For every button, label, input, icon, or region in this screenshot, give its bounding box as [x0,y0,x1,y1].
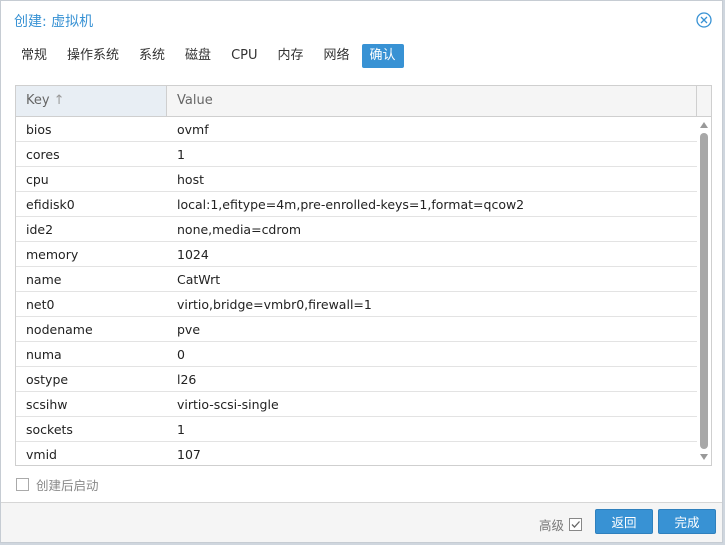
row-value: virtio-scsi-single [177,397,279,412]
grid-header: Key ↑ Value [16,86,711,117]
row-value: none,media=cdrom [177,222,302,237]
row-key: ide2 [26,222,54,237]
scroll-down-icon[interactable] [700,454,708,460]
scroll-up-icon[interactable] [700,122,708,128]
finish-button[interactable]: 完成 [658,509,716,534]
row-key: cpu [26,172,49,187]
row-key: sockets [26,422,73,437]
sort-ascending-icon: ↑ [53,93,65,108]
column-header-value-label: Value [177,93,213,108]
row-key: name [26,272,62,287]
table-row[interactable]: scsihw virtio-scsi-single [16,392,697,417]
row-key: bios [26,122,52,137]
column-header-key-label: Key [26,93,50,108]
tab-disks[interactable]: 磁盘 [177,44,219,68]
table-row[interactable]: numa 0 [16,342,697,367]
row-value: 107 [177,447,201,462]
row-key: cores [26,147,60,162]
row-key: nodename [26,322,93,337]
table-row[interactable]: bios ovmf [16,117,697,142]
row-value: pve [177,322,201,337]
row-value: 1024 [177,247,209,262]
confirm-grid: Key ↑ Value bios ovmf cores 1 cpu host efidi… [15,85,712,466]
table-row[interactable]: cpu host [16,167,697,192]
table-row[interactable]: vmid 107 [16,442,697,465]
table-row[interactable]: ide2 none,media=cdrom [16,217,697,242]
row-value: 1 [177,147,185,162]
row-value: ovmf [177,122,209,137]
row-key: efidisk0 [26,197,75,212]
tab-general[interactable]: 常规 [13,44,55,68]
tab-cpu[interactable]: CPU [223,44,265,68]
row-key: net0 [26,297,55,312]
title-bar: 创建: 虚拟机 [1,1,722,39]
back-button[interactable]: 返回 [595,509,653,534]
row-value: local:1,efitype=4m,pre-enrolled-keys=1,f… [177,197,525,212]
row-value: virtio,bridge=vmbr0,firewall=1 [177,297,372,312]
table-row[interactable]: cores 1 [16,142,697,167]
row-value: host [177,172,204,187]
table-row[interactable]: memory 1024 [16,242,697,267]
table-row[interactable]: nodename pve [16,317,697,342]
wizard-tabs: 常规 操作系统 系统 磁盘 CPU 内存 网络 确认 [13,44,404,68]
start-after-create-checkbox[interactable] [16,478,29,491]
dialog-title: 创建: 虚拟机 [14,14,94,30]
table-row[interactable]: ostype l26 [16,367,697,392]
start-after-create-label: 创建后启动 [36,478,99,493]
tab-network[interactable]: 网络 [316,44,358,68]
advanced-checkbox[interactable] [569,518,582,531]
table-row[interactable]: net0 virtio,bridge=vmbr0,firewall=1 [16,292,697,317]
column-header-value[interactable]: Value [167,86,697,116]
row-key: vmid [26,447,57,462]
table-row[interactable]: efidisk0 local:1,efitype=4m,pre-enrolled-… [16,192,697,217]
row-value: CatWrt [177,272,221,287]
scroll-thumb[interactable] [700,133,708,449]
checkmark-icon [571,521,580,528]
start-after-create-option[interactable]: 创建后启动 [16,475,99,494]
tab-confirm[interactable]: 确认 [361,44,404,68]
table-row[interactable]: name CatWrt [16,267,697,292]
tab-os[interactable]: 操作系统 [59,44,127,68]
close-icon[interactable] [696,12,712,28]
vertical-scrollbar[interactable] [697,117,711,465]
row-key: scsihw [26,397,68,412]
dialog-footer: 高级 返回 完成 [1,502,722,542]
row-value: 0 [177,347,185,362]
row-key: numa [26,347,62,362]
column-header-key[interactable]: Key ↑ [16,86,167,116]
row-value: l26 [177,372,197,387]
grid-rows: bios ovmf cores 1 cpu host efidisk0 local:1,… [16,117,697,465]
table-row[interactable]: sockets 1 [16,417,697,442]
row-key: memory [26,247,79,262]
create-vm-dialog: 创建: 虚拟机 常规 操作系统 系统 磁盘 CPU 内存 网络 确认 Key ↑ … [0,0,723,543]
tab-system[interactable]: 系统 [131,44,173,68]
advanced-option[interactable]: 高级 [539,515,582,534]
row-value: 1 [177,422,185,437]
tab-memory[interactable]: 内存 [270,44,312,68]
row-key: ostype [26,372,69,387]
advanced-label: 高级 [538,518,564,533]
